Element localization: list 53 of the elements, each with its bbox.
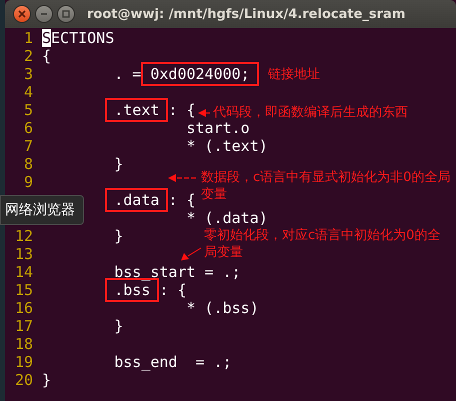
annotation-text: 零初始化段，对应c语言中初始化为0的全局变量 <box>204 227 442 261</box>
code-text: { <box>42 47 52 65</box>
annotation-text: 数据段，c语言中有显式初始化为非0的全局变量 <box>201 169 451 203</box>
line-number: 19 <box>14 353 33 371</box>
line-number: 13 <box>14 245 33 263</box>
tooltip: 网络浏览器 <box>0 195 84 225</box>
code-text: start.o <box>186 119 250 137</box>
code-text: } <box>114 227 124 245</box>
line-number: 8 <box>22 155 33 173</box>
line-number: 3 <box>22 65 33 83</box>
code-text: : { <box>159 281 186 299</box>
line-number: 5 <box>22 101 33 119</box>
maximize-icon <box>61 9 71 19</box>
line-number: 17 <box>14 317 33 335</box>
highlighted-code: 0xd0024000; <box>141 62 259 86</box>
line-number: 18 <box>14 335 33 353</box>
line-number: 14 <box>14 263 33 281</box>
code-text: bss_start = .; <box>114 263 241 281</box>
code-text: : { <box>168 101 196 119</box>
code-text: } <box>114 155 124 173</box>
code-text: bss_end = .; <box>114 353 232 371</box>
line-number: 1 <box>22 29 33 47</box>
maximize-button[interactable] <box>57 5 75 23</box>
line-number: 16 <box>14 299 33 317</box>
line-number: 2 <box>22 47 33 65</box>
line-number: 20 <box>14 371 33 389</box>
code-text: * (.text) <box>186 137 268 155</box>
line-number: 9 <box>22 173 33 191</box>
annotation-text: 链接地址 <box>268 66 321 83</box>
code-text: } <box>42 371 52 389</box>
code-text: . = <box>114 65 142 83</box>
arrow-icon <box>167 172 197 184</box>
annotation-text: 代码段，即函数编译后生成的东西 <box>213 104 409 121</box>
line-number: 6 <box>22 119 33 137</box>
code-text: : { <box>168 191 196 209</box>
code-text: ECTIONS <box>51 29 114 47</box>
highlighted-code: .text <box>105 98 168 122</box>
code-text: } <box>114 317 124 335</box>
highlighted-code: .data <box>105 188 168 212</box>
close-button[interactable] <box>13 5 31 23</box>
line-number: 12 <box>14 227 33 245</box>
line-number: 7 <box>22 137 33 155</box>
code-text: * (.bss) <box>186 299 259 317</box>
window-title: root@wwj: /mnt/hgfs/Linux/4.relocate_sram <box>87 6 406 22</box>
minimize-button[interactable] <box>35 5 53 23</box>
code-text: * (.data) <box>186 209 268 227</box>
close-icon <box>17 9 27 19</box>
arrow-icon <box>197 107 211 119</box>
line-number: 15 <box>14 281 33 299</box>
arrow-icon <box>180 247 202 261</box>
text-cursor: S <box>42 29 52 47</box>
highlighted-code: .bss <box>105 278 160 302</box>
line-number: 4 <box>22 83 33 101</box>
